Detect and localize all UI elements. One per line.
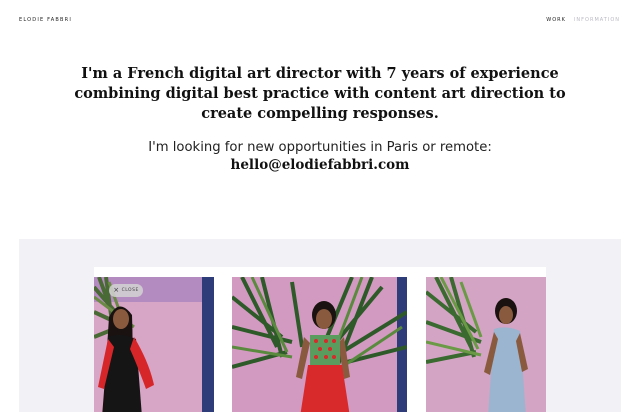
close-label: CLOSE <box>121 288 139 293</box>
photo-image-2 <box>232 277 407 412</box>
photo-gallery: × CLOSE <box>19 239 621 412</box>
photo-image-3 <box>426 277 546 412</box>
availability-text: I'm looking for new opportunities in Par… <box>148 140 492 155</box>
email-link[interactable]: hello@elodiefabbri.com <box>60 156 580 174</box>
intro-line: I'm a French digital art director with 7… <box>81 65 559 82</box>
photo-image-1 <box>94 277 214 412</box>
close-chip[interactable]: × CLOSE <box>109 284 143 297</box>
site-header: ELODIE FABBRI WORK INFORMATION <box>0 0 640 40</box>
nav-work-link[interactable]: WORK <box>546 17 566 23</box>
gallery-photo[interactable]: × CLOSE <box>94 277 214 412</box>
intro-line: create compelling responses. <box>201 105 439 122</box>
nav-information-link[interactable]: INFORMATION <box>574 17 620 23</box>
gallery-photo[interactable] <box>426 277 546 412</box>
close-icon: × <box>113 286 120 294</box>
intro-line: combining digital best practice with con… <box>74 85 566 102</box>
main-nav: WORK INFORMATION <box>546 17 620 23</box>
site-logo[interactable]: ELODIE FABBRI <box>19 17 72 23</box>
gallery-photo[interactable] <box>232 277 407 412</box>
intro-statement: I'm a French digital art director with 7… <box>60 64 580 124</box>
